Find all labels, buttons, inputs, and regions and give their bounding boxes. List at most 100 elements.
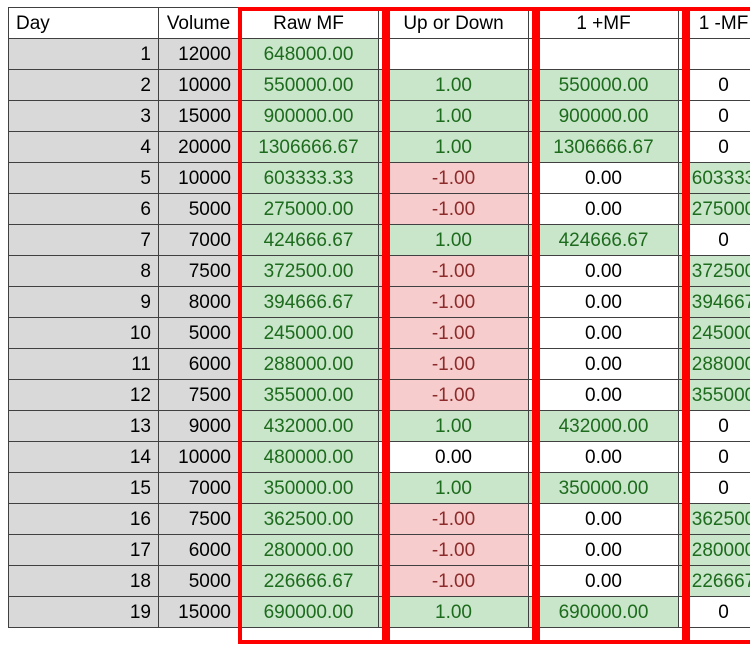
cell-1-plus-mf[interactable]: 432000.00 [528,410,679,442]
cell-raw-mf[interactable]: 245000.00 [238,317,379,349]
cell-1-plus-mf[interactable]: 0.00 [528,441,679,473]
cell-1-plus-mf[interactable]: 1306666.67 [528,131,679,163]
cell-1-minus-mf[interactable]: 288000 [678,348,750,380]
cell-up-or-down[interactable]: 1.00 [378,131,529,163]
cell-raw-mf[interactable]: 603333.33 [238,162,379,194]
cell-1-plus-mf[interactable]: 0.00 [528,534,679,566]
cell-volume[interactable]: 7500 [158,503,239,535]
cell-1-minus-mf[interactable]: 0 [678,472,750,504]
cell-raw-mf[interactable]: 350000.00 [238,472,379,504]
cell-up-or-down[interactable]: 1.00 [378,69,529,101]
cell-1-minus-mf[interactable]: 0 [678,596,750,628]
cell-1-minus-mf[interactable]: 603333 [678,162,750,194]
cell-day[interactable]: 5 [8,162,159,194]
cell-volume[interactable]: 15000 [158,100,239,132]
cell-day[interactable]: 4 [8,131,159,163]
cell-volume[interactable]: 5000 [158,193,239,225]
cell-up-or-down[interactable]: 1.00 [378,472,529,504]
cell-up-or-down[interactable]: -1.00 [378,503,529,535]
cell-1-plus-mf[interactable]: 690000.00 [528,596,679,628]
cell-1-plus-mf[interactable] [528,38,679,70]
cell-up-or-down[interactable]: 1.00 [378,100,529,132]
column-header-day[interactable]: Day [8,7,159,39]
cell-raw-mf[interactable]: 226666.67 [238,565,379,597]
cell-1-minus-mf[interactable]: 355000 [678,379,750,411]
cell-1-plus-mf[interactable]: 424666.67 [528,224,679,256]
cell-day[interactable]: 14 [8,441,159,473]
cell-day[interactable]: 13 [8,410,159,442]
cell-1-plus-mf[interactable]: 350000.00 [528,472,679,504]
cell-1-plus-mf[interactable]: 0.00 [528,317,679,349]
cell-day[interactable]: 17 [8,534,159,566]
cell-volume[interactable]: 10000 [158,69,239,101]
cell-raw-mf[interactable]: 480000.00 [238,441,379,473]
cell-volume[interactable]: 10000 [158,441,239,473]
cell-1-plus-mf[interactable]: 0.00 [528,348,679,380]
cell-volume[interactable]: 9000 [158,410,239,442]
cell-raw-mf[interactable]: 288000.00 [238,348,379,380]
cell-raw-mf[interactable]: 648000.00 [238,38,379,70]
cell-1-plus-mf[interactable]: 0.00 [528,565,679,597]
cell-1-minus-mf[interactable]: 275000 [678,193,750,225]
cell-raw-mf[interactable]: 394666.67 [238,286,379,318]
cell-day[interactable]: 8 [8,255,159,287]
column-header-raw-mf[interactable]: Raw MF [238,7,379,39]
cell-1-minus-mf[interactable]: 372500 [678,255,750,287]
cell-up-or-down[interactable]: 0.00 [378,441,529,473]
cell-day[interactable]: 12 [8,379,159,411]
cell-up-or-down[interactable]: 1.00 [378,410,529,442]
cell-volume[interactable]: 7000 [158,472,239,504]
cell-1-plus-mf[interactable]: 0.00 [528,255,679,287]
cell-raw-mf[interactable]: 550000.00 [238,69,379,101]
cell-1-plus-mf[interactable]: 0.00 [528,193,679,225]
cell-raw-mf[interactable]: 355000.00 [238,379,379,411]
cell-day[interactable]: 3 [8,100,159,132]
cell-1-plus-mf[interactable]: 550000.00 [528,69,679,101]
column-header-1-minus-mf[interactable]: 1 -MF [678,7,750,39]
cell-raw-mf[interactable]: 900000.00 [238,100,379,132]
cell-1-minus-mf[interactable]: 394667 [678,286,750,318]
cell-day[interactable]: 19 [8,596,159,628]
cell-day[interactable]: 16 [8,503,159,535]
cell-volume[interactable]: 5000 [158,565,239,597]
cell-volume[interactable]: 20000 [158,131,239,163]
cell-raw-mf[interactable]: 424666.67 [238,224,379,256]
cell-raw-mf[interactable]: 372500.00 [238,255,379,287]
cell-1-minus-mf[interactable] [678,38,750,70]
cell-up-or-down[interactable]: 1.00 [378,596,529,628]
cell-volume[interactable]: 6000 [158,348,239,380]
cell-raw-mf[interactable]: 280000.00 [238,534,379,566]
cell-day[interactable]: 18 [8,565,159,597]
cell-raw-mf[interactable]: 1306666.67 [238,131,379,163]
cell-volume[interactable]: 15000 [158,596,239,628]
cell-volume[interactable]: 7500 [158,255,239,287]
cell-up-or-down[interactable]: -1.00 [378,193,529,225]
column-header-1-plus-mf[interactable]: 1 +MF [528,7,679,39]
cell-1-minus-mf[interactable]: 0 [678,441,750,473]
cell-1-minus-mf[interactable]: 280000 [678,534,750,566]
cell-day[interactable]: 1 [8,38,159,70]
cell-1-plus-mf[interactable]: 900000.00 [528,100,679,132]
cell-1-plus-mf[interactable]: 0.00 [528,286,679,318]
cell-volume[interactable]: 6000 [158,534,239,566]
cell-up-or-down[interactable] [378,38,529,70]
cell-1-plus-mf[interactable]: 0.00 [528,503,679,535]
cell-day[interactable]: 7 [8,224,159,256]
cell-volume[interactable]: 5000 [158,317,239,349]
cell-volume[interactable]: 10000 [158,162,239,194]
cell-1-minus-mf[interactable]: 0 [678,131,750,163]
cell-up-or-down[interactable]: -1.00 [378,317,529,349]
cell-day[interactable]: 11 [8,348,159,380]
column-header-up-or-down[interactable]: Up or Down [378,7,529,39]
cell-day[interactable]: 15 [8,472,159,504]
cell-up-or-down[interactable]: -1.00 [378,286,529,318]
cell-up-or-down[interactable]: -1.00 [378,348,529,380]
cell-up-or-down[interactable]: -1.00 [378,534,529,566]
cell-1-minus-mf[interactable]: 362500 [678,503,750,535]
cell-up-or-down[interactable]: -1.00 [378,565,529,597]
cell-volume[interactable]: 7500 [158,379,239,411]
cell-raw-mf[interactable]: 362500.00 [238,503,379,535]
cell-volume[interactable]: 7000 [158,224,239,256]
cell-1-minus-mf[interactable]: 245000 [678,317,750,349]
cell-up-or-down[interactable]: -1.00 [378,379,529,411]
